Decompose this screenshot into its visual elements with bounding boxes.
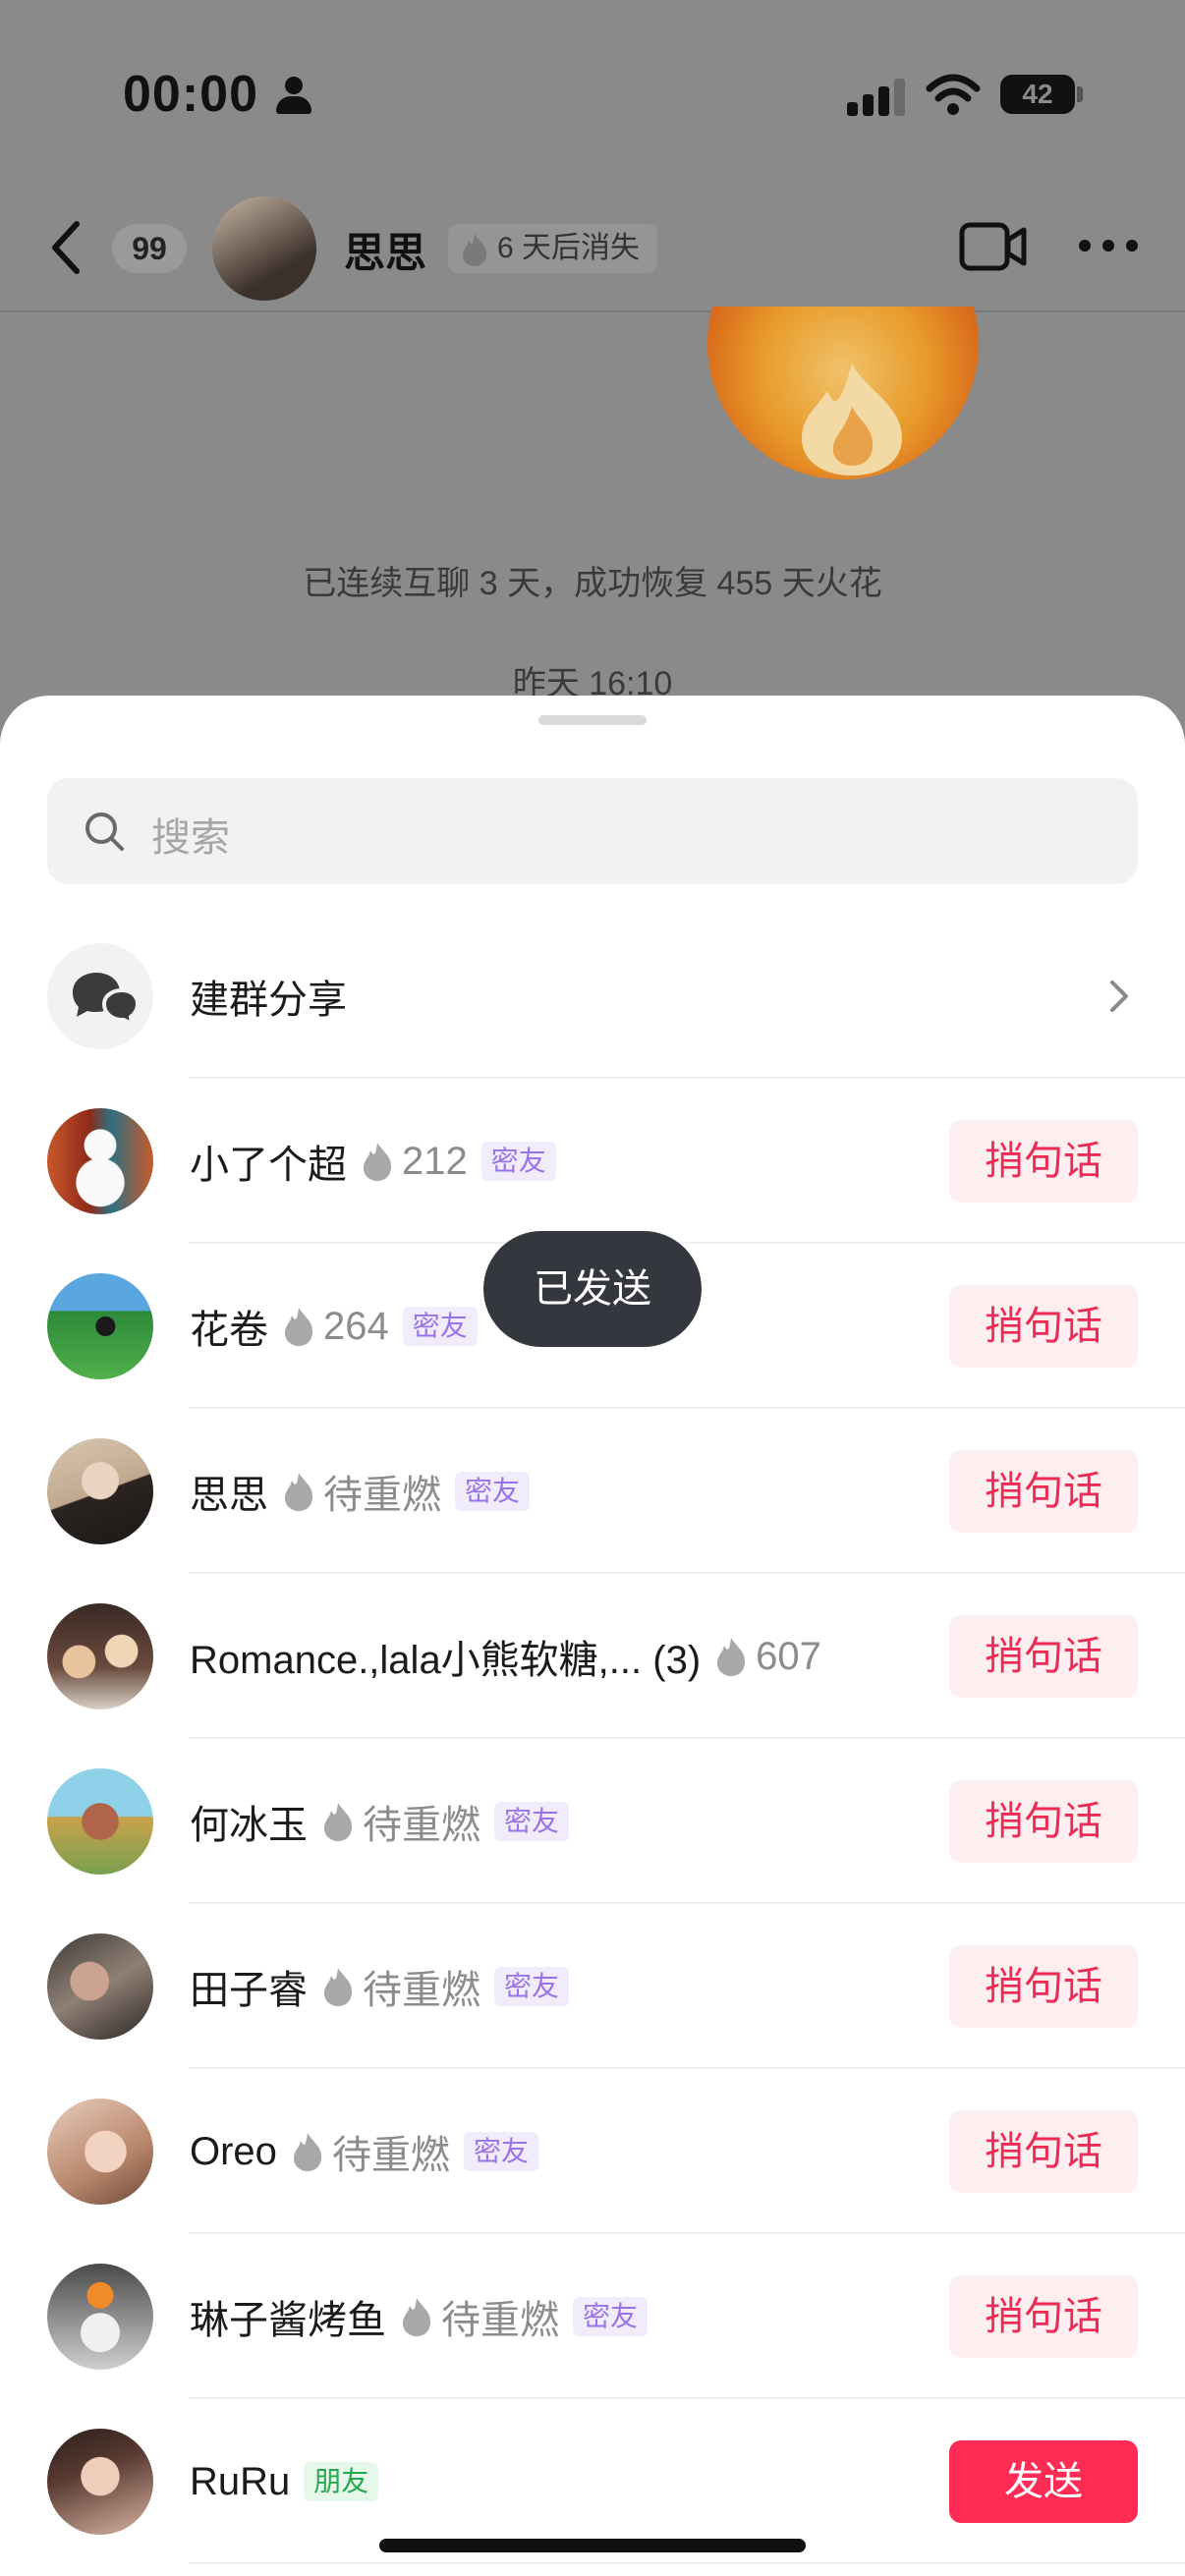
streak-count: 212: [402, 1139, 468, 1183]
contact-row[interactable]: 何冰玉 待重燃 密友 捎句话: [0, 1739, 1185, 1904]
share-sheet: 搜索 建群分享 小了个超 212 密友 捎句话 花卷 264 密友 捎句话 思思…: [0, 696, 1185, 2576]
group-avatar: [47, 1603, 153, 1709]
contact-name: 小了个超: [190, 1144, 347, 1187]
back-icon[interactable]: [47, 218, 86, 277]
streak-message: 已连续互聊 3 天，成功恢复 455 天火花: [303, 565, 882, 602]
wifi-icon: [926, 74, 981, 115]
send-button[interactable]: 发送: [949, 2440, 1138, 2523]
avatar: [47, 2099, 153, 2205]
relation-badge: 密友: [494, 1802, 570, 1841]
flame-icon: [293, 2133, 322, 2171]
unread-badge: 99: [112, 224, 187, 273]
contact-row[interactable]: 田子睿 待重燃 密友 捎句话: [0, 1904, 1185, 2069]
status-time: 00:00: [123, 66, 258, 123]
contact-name: Oreo: [190, 2129, 277, 2173]
contact-name: Romance.,lala小熊软糖,... (3): [190, 1639, 702, 1682]
avatar: [47, 1933, 153, 2040]
streak-count: 607: [756, 1634, 821, 1678]
group-share-label: 建群分享: [190, 979, 347, 1022]
sent-toast: 已发送: [483, 1231, 702, 1347]
chevron-right-icon: [1110, 980, 1128, 1012]
contact-name: 花卷: [190, 1309, 268, 1352]
chat-avatar[interactable]: [212, 196, 316, 301]
send-message-button[interactable]: 捎句话: [949, 2275, 1138, 2358]
person-icon: [276, 77, 311, 116]
spark-fire-illustration: [705, 307, 981, 483]
relation-badge: 密友: [480, 1142, 556, 1181]
contact-name: 思思: [190, 1474, 268, 1517]
streak-status: 待重燃: [323, 1474, 441, 1517]
search-placeholder: 搜索: [151, 816, 230, 860]
streak-status: 待重燃: [363, 1804, 480, 1847]
contact-row[interactable]: 琳子酱烤鱼 待重燃 密友 捎句话: [0, 2234, 1185, 2399]
flame-icon: [285, 1308, 313, 1346]
chat-title: 思思: [344, 230, 427, 276]
group-share-row[interactable]: 建群分享: [0, 914, 1185, 1079]
vanish-badge: 6 天后消失: [448, 224, 658, 273]
relation-badge: 密友: [573, 2297, 649, 2336]
battery-cap: [1077, 86, 1083, 102]
avatar: [47, 2429, 153, 2535]
contact-row[interactable]: 小了个超 212 密友 捎句话: [0, 1079, 1185, 1244]
contact-row[interactable]: Oreo 待重燃 密友 捎句话: [0, 2069, 1185, 2234]
contact-name: 田子睿: [190, 1969, 308, 2012]
send-message-button[interactable]: 捎句话: [949, 1615, 1138, 1698]
avatar: [47, 1273, 153, 1379]
sheet-grabber[interactable]: [538, 715, 647, 725]
streak-status: 待重燃: [363, 1969, 480, 2012]
send-message-button[interactable]: 捎句话: [949, 1120, 1138, 1203]
contact-row[interactable]: 思思 待重燃 密友 捎句话: [0, 1409, 1185, 1574]
signal-icon: [847, 77, 906, 116]
contact-name: 琳子酱烤鱼: [190, 2299, 386, 2342]
home-indicator[interactable]: [379, 2539, 806, 2552]
more-icon[interactable]: [1079, 240, 1138, 253]
relation-badge: 密友: [402, 1307, 478, 1346]
send-message-button[interactable]: 捎句话: [949, 1285, 1138, 1368]
relation-badge: 密友: [494, 1967, 570, 2006]
flame-icon: [324, 1968, 353, 2006]
send-message-button[interactable]: 捎句话: [949, 1945, 1138, 2028]
avatar: [47, 2264, 153, 2370]
contact-name: RuRu: [190, 2459, 291, 2503]
send-message-button[interactable]: 捎句话: [949, 2110, 1138, 2193]
search-input[interactable]: 搜索: [47, 778, 1138, 884]
flame-icon: [403, 2298, 431, 2336]
vanish-label: 6 天后消失: [497, 232, 641, 264]
battery-icon: 42: [1000, 75, 1075, 114]
status-bar: 00:00 42: [0, 0, 1185, 196]
flame-icon: [717, 1638, 746, 1676]
contact-name: 何冰玉: [190, 1804, 308, 1847]
search-icon: [85, 812, 124, 851]
send-message-button[interactable]: 捎句话: [949, 1450, 1138, 1533]
avatar: [47, 1768, 153, 1875]
relation-badge: 密友: [455, 1472, 531, 1511]
group-chat-icon: [47, 943, 153, 1049]
avatar: [47, 1438, 153, 1544]
send-message-button[interactable]: 捎句话: [949, 1780, 1138, 1863]
streak-count: 264: [323, 1304, 389, 1348]
flame-icon: [463, 234, 487, 266]
flame-icon: [324, 1803, 353, 1841]
flame-icon: [364, 1143, 392, 1181]
avatar: [47, 1108, 153, 1214]
video-call-icon[interactable]: [959, 220, 1028, 273]
relation-badge: 密友: [463, 2132, 538, 2171]
streak-status: 待重燃: [331, 2134, 450, 2177]
flame-icon: [285, 1473, 313, 1511]
chat-background: 00:00 42 99 思思 6 天后消失 已连续互聊 3 天，成功恢复 455…: [0, 0, 1185, 747]
relation-badge: 朋友: [304, 2462, 379, 2501]
contact-row[interactable]: Romance.,lala小熊软糖,... (3) 607 捎句话: [0, 1574, 1185, 1739]
streak-status: 待重燃: [441, 2299, 559, 2342]
